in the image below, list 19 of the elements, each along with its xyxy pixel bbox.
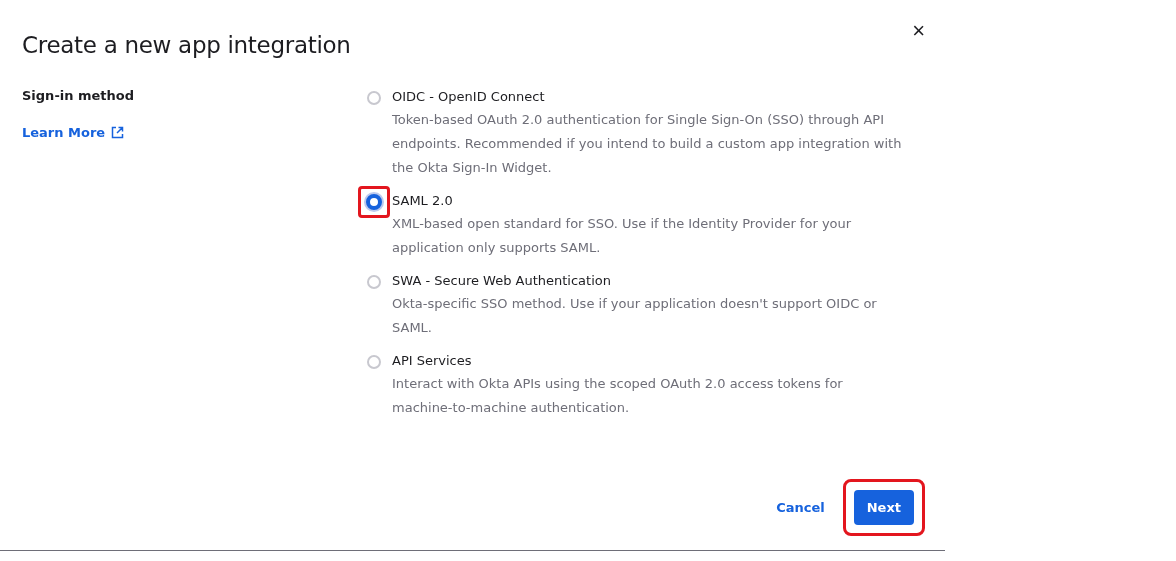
option-description: Okta-specific SSO method. Use if your application doesn't support OIDC or SAML. bbox=[392, 295, 878, 337]
field-label: Sign-in method bbox=[22, 88, 136, 105]
learn-more-link[interactable]: Learn More bbox=[22, 125, 125, 140]
cancel-button[interactable]: Cancel bbox=[772, 492, 829, 523]
close-button[interactable]: × bbox=[912, 18, 925, 44]
option-description: XML-based open standard for SSO. Use if the Identity Provider for your application only supports SAML. bbox=[392, 215, 853, 257]
option-description: Interact with Okta APIs using the scoped OAuth 2.0 access tokens for machine-to-machine authentication. bbox=[392, 375, 844, 417]
option-label: API Services bbox=[392, 352, 473, 370]
dialog-title: Create a new app integration bbox=[22, 32, 351, 60]
next-button[interactable]: Next bbox=[853, 490, 914, 525]
radio-button[interactable] bbox=[367, 275, 381, 289]
option-description: Token-based OAuth 2.0 authentication for Single Sign-On (SSO) through API endpoints. Recommended if you intend to build a custom app integration with the Okta Sign-In Widget. bbox=[392, 111, 902, 177]
option-label: SWA - Secure Web Authentication bbox=[392, 272, 612, 290]
radio-button[interactable] bbox=[367, 91, 381, 105]
radio-button[interactable] bbox=[366, 194, 382, 210]
external-link-icon bbox=[111, 126, 125, 139]
option-label: SAML 2.0 bbox=[392, 192, 454, 210]
radio-button[interactable] bbox=[367, 355, 381, 369]
option-label: OIDC - OpenID Connect bbox=[392, 88, 546, 106]
